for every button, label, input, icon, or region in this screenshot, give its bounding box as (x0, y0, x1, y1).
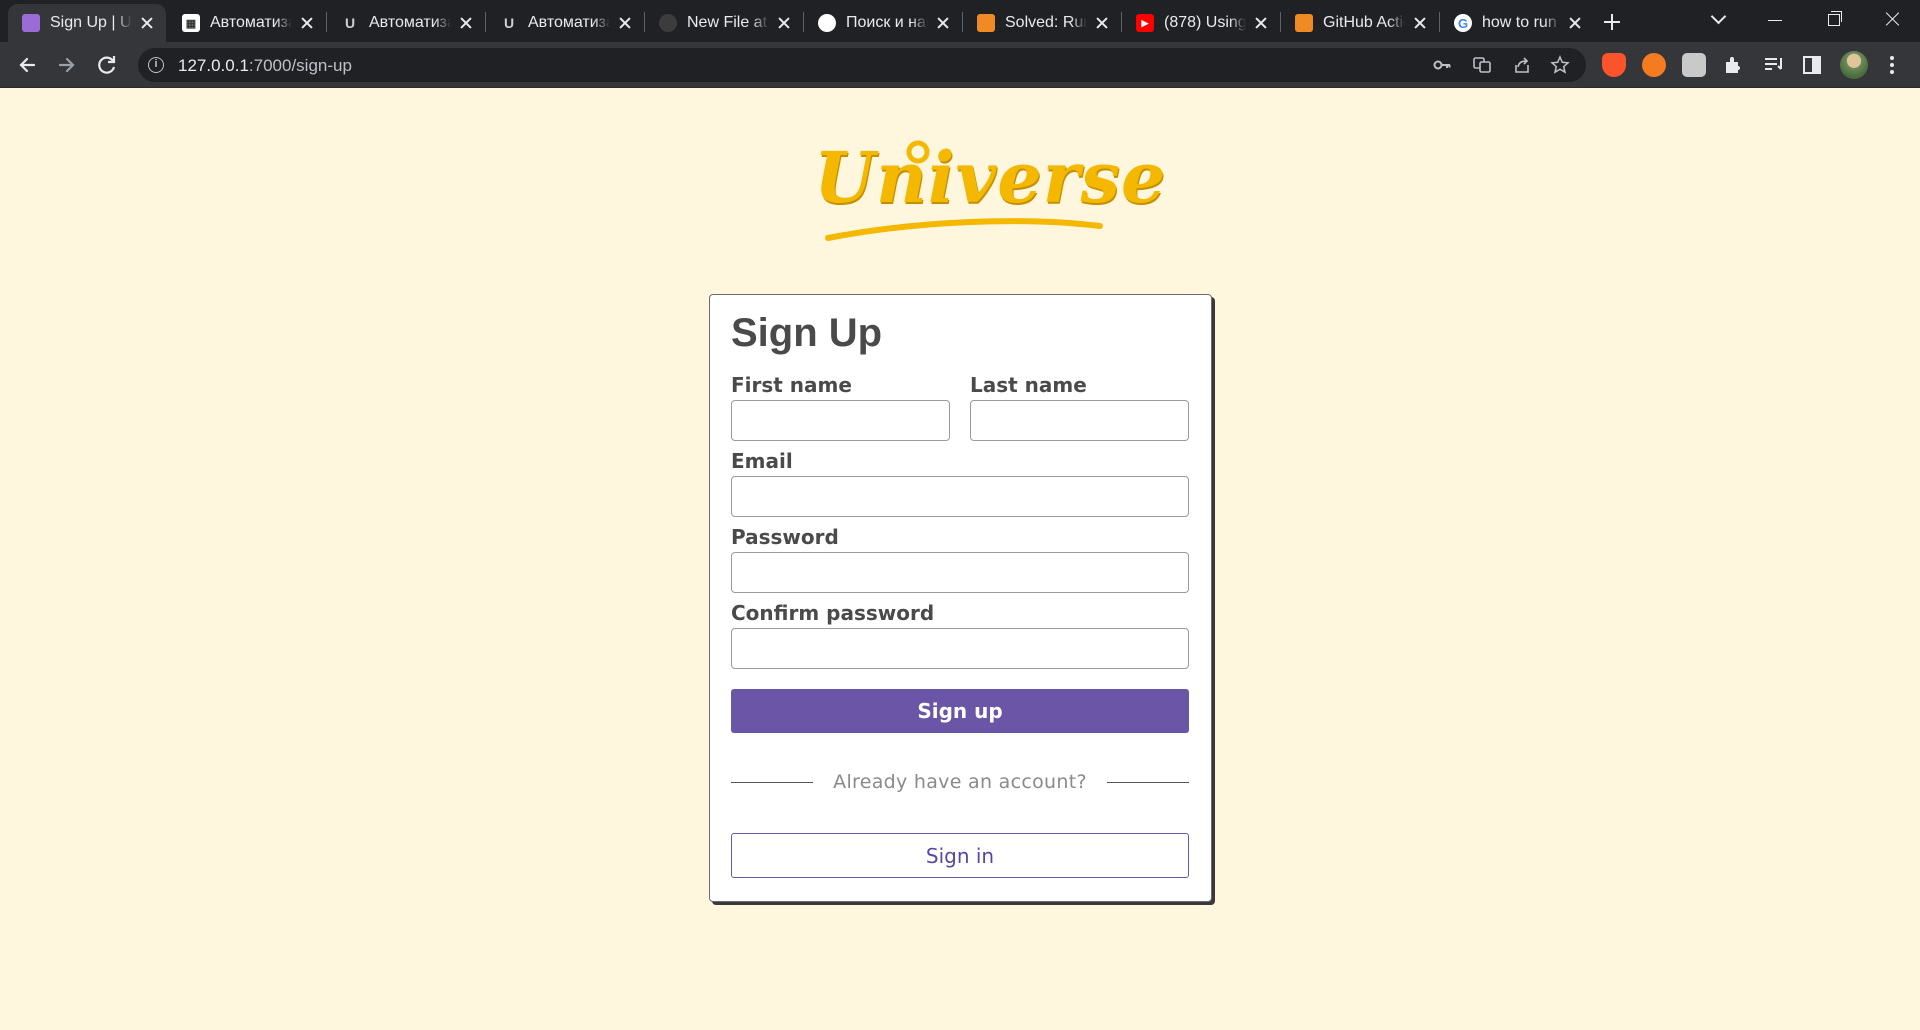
key-icon[interactable] (1432, 55, 1452, 75)
github-favicon-icon (818, 14, 836, 32)
close-icon[interactable] (1093, 14, 1111, 32)
tab-poisk[interactable]: Поиск и навигация (804, 4, 962, 42)
tab-search-chevron-icon[interactable] (1696, 4, 1742, 34)
translate-icon[interactable] (1472, 55, 1492, 75)
first-name-field[interactable] (731, 400, 950, 441)
password-field[interactable] (731, 552, 1189, 593)
tab-title: Sign Up | Universe (50, 14, 132, 31)
tab-title: Автоматизация (210, 14, 292, 31)
tab-title: Solved: Run (1005, 14, 1087, 31)
profile-avatar[interactable] (1840, 51, 1868, 79)
tab-solved-run[interactable]: Solved: Run (963, 4, 1121, 42)
close-icon[interactable] (616, 14, 634, 32)
tab-new-file[interactable]: New File at (645, 4, 803, 42)
google-favicon-icon: G (1454, 14, 1472, 32)
side-panel-icon[interactable] (1800, 53, 1824, 77)
confirm-password-label: Confirm password (731, 601, 935, 625)
document-favicon-icon: ▦ (182, 14, 200, 32)
universe-logo[interactable]: Universe (800, 130, 1166, 250)
logo-text: Universe (814, 136, 1167, 219)
tab-title: how to run (1482, 14, 1557, 31)
last-name-field[interactable] (970, 400, 1189, 441)
reload-icon[interactable] (92, 50, 122, 80)
email-label: Email (731, 449, 793, 473)
minimize-icon[interactable] (1752, 4, 1798, 34)
page-title: Sign Up (731, 311, 883, 355)
extension-orange-icon[interactable] (1642, 53, 1666, 77)
tab-strip: Sign Up | Universe ▦ Автоматизация U Авт… (0, 0, 1920, 42)
close-icon[interactable] (1566, 14, 1584, 32)
back-arrow-icon[interactable] (12, 50, 42, 80)
umk-favicon-icon: U (344, 15, 356, 31)
tab-avtomatizatsiya-1[interactable]: ▦ Автоматизация (168, 4, 326, 42)
umk-favicon-icon: U (503, 15, 515, 31)
close-icon[interactable] (775, 14, 793, 32)
restore-icon[interactable] (1812, 4, 1858, 34)
tab-title: Автоматизация (528, 14, 610, 31)
gitlab-favicon-icon (977, 14, 995, 32)
close-icon[interactable] (1252, 14, 1270, 32)
sign-up-button[interactable]: Sign up (731, 689, 1189, 733)
tab-avtomatizatsiya-3[interactable]: U Автоматизация (486, 4, 644, 42)
url-host: 127.0.0.1 (178, 56, 249, 75)
site-info-icon[interactable]: i (148, 57, 164, 73)
tab-github-actions[interactable]: GitHub Actions (1281, 4, 1439, 42)
tab-title: GitHub Actions (1323, 14, 1405, 31)
sign-in-button[interactable]: Sign in (731, 833, 1189, 878)
more-menu-icon[interactable] (1880, 53, 1904, 77)
close-icon[interactable] (138, 14, 156, 32)
tab-how-to-run[interactable]: G how to run (1440, 4, 1594, 42)
tab-title: New File at (687, 14, 768, 31)
close-icon[interactable] (298, 14, 316, 32)
password-label: Password (731, 525, 839, 549)
bookmark-star-icon[interactable] (1550, 55, 1570, 75)
email-field[interactable] (731, 476, 1189, 517)
confirm-password-field[interactable] (731, 628, 1189, 669)
extension-gray-icon[interactable] (1682, 53, 1706, 77)
reading-list-icon[interactable] (1762, 53, 1786, 77)
tab-title: (878) Using (1164, 14, 1246, 31)
youtube-favicon-icon: ▶ (1136, 14, 1154, 32)
share-icon[interactable] (1512, 55, 1532, 75)
url-path: :7000/sign-up (248, 56, 352, 75)
divider-right (1107, 782, 1189, 783)
sign-up-card: Sign Up First name Last name Email Passw… (709, 294, 1212, 902)
forward-arrow-icon[interactable] (52, 50, 82, 80)
first-name-label: First name (731, 373, 852, 397)
tab-youtube[interactable]: ▶ (878) Using (1122, 4, 1280, 42)
close-window-icon[interactable] (1870, 4, 1916, 34)
close-icon[interactable] (934, 14, 952, 32)
puzzle-extensions-icon[interactable] (1722, 53, 1746, 77)
tab-sign-up[interactable]: Sign Up | Universe (8, 4, 166, 42)
github-favicon-icon (659, 14, 677, 32)
new-tab-plus-icon[interactable] (1598, 8, 1626, 36)
tab-title: Автоматизация (369, 14, 451, 31)
address-bar[interactable]: i 127.0.0.1:7000/sign-up (138, 48, 1586, 82)
close-icon[interactable] (1411, 14, 1429, 32)
brave-shield-icon[interactable] (1602, 53, 1626, 77)
browser-toolbar: i 127.0.0.1:7000/sign-up (0, 42, 1920, 88)
tab-avtomatizatsiya-2[interactable]: U Автоматизация (327, 4, 485, 42)
close-icon[interactable] (457, 14, 475, 32)
last-name-label: Last name (970, 373, 1087, 397)
url-text[interactable]: 127.0.0.1:7000/sign-up (178, 56, 352, 76)
universe-favicon-icon (22, 14, 40, 32)
tab-title: Поиск и навигация (846, 14, 928, 31)
gitlab-favicon-icon (1295, 14, 1313, 32)
